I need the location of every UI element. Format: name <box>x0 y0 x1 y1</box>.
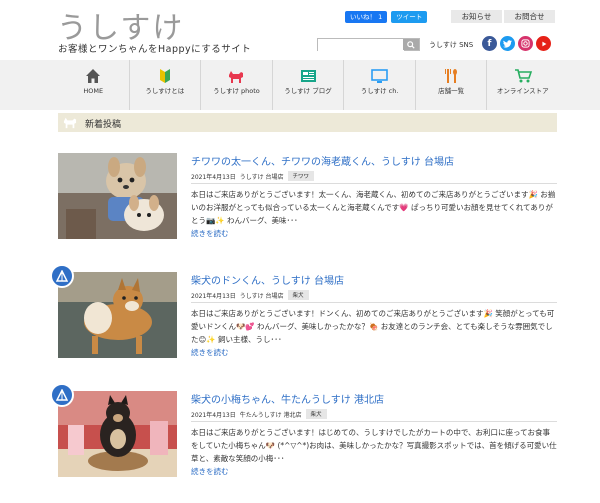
triangle-mark-icon <box>56 389 68 401</box>
cart-icon <box>514 69 532 83</box>
triangle-mark-icon <box>56 270 68 282</box>
post-excerpt: 本日はご来店ありがとうございます！太一くん、海老蔵くん、初めてのご来店ありがとう… <box>191 190 556 225</box>
dog-icon <box>63 117 77 129</box>
dog-icon <box>229 70 244 83</box>
header-links: お知らせ お問合せ <box>451 10 555 23</box>
leaf-mark-icon <box>159 69 170 83</box>
search-button[interactable] <box>403 39 419 50</box>
read-more-link[interactable]: 続きを読む <box>191 466 229 477</box>
book-icon <box>300 70 316 82</box>
info-button[interactable]: お知らせ <box>451 10 502 23</box>
divider <box>191 183 557 184</box>
social-share-buttons: いいね！ 1 ツイート <box>345 11 428 23</box>
tweet-button[interactable]: ツイート <box>391 11 428 23</box>
post-store[interactable]: うしすけ 台場店 <box>240 291 284 300</box>
cutlery-icon <box>445 69 458 83</box>
nav-item-channel[interactable]: うしすけ ch. <box>343 60 415 110</box>
section-header: 新着投稿 <box>58 113 557 132</box>
post-thumbnail[interactable] <box>58 391 177 477</box>
post-date: 2021年4月13日 <box>191 173 236 181</box>
nav-item-photo[interactable]: うしすけ photo <box>200 60 272 110</box>
divider <box>191 302 557 303</box>
post-meta: 2021年4月13日 うしすけ 台場店 チワワ <box>191 171 315 181</box>
contact-button[interactable]: お問合せ <box>504 10 555 23</box>
post-tag[interactable]: 柴犬 <box>305 409 327 419</box>
youtube-icon[interactable] <box>536 36 551 51</box>
nav-label: うしすけ photo <box>213 87 260 95</box>
read-more-link[interactable]: 続きを読む <box>191 347 229 358</box>
post-thumbnail[interactable] <box>58 272 177 358</box>
nav-item-blog[interactable]: うしすけ ブログ <box>271 60 344 110</box>
post-thumbnail[interactable] <box>58 153 177 239</box>
nav-label: うしすけ ブログ <box>284 87 332 95</box>
nav-item-home[interactable]: HOME <box>58 60 129 110</box>
divider <box>191 421 557 422</box>
post-item: 柴犬のドンくん、うしすけ 台場店 2021年4月13日 うしすけ 台場店 柴犬 … <box>50 264 557 362</box>
facebook-icon[interactable]: f <box>482 36 497 51</box>
read-more-link[interactable]: 続きを読む <box>191 228 229 239</box>
post-excerpt: 本日はご来店ありがとうございます！はじめての、うしすけでしたがカートの中で、お利… <box>191 428 557 463</box>
post-excerpt: 本日はご来店ありがとうございます！ドンくん、初めてのご来店ありがとうございます🎉… <box>191 309 555 344</box>
post-date: 2021年4月13日 <box>191 411 236 419</box>
post-store[interactable]: うしすけ 台場店 <box>240 172 284 181</box>
post-store[interactable]: 牛たんうしすけ 港北店 <box>240 410 302 419</box>
post-title[interactable]: 柴犬のドンくん、うしすけ 台場店 <box>191 272 344 287</box>
nav-item-store-online[interactable]: オンラインストア <box>486 60 558 110</box>
post-meta: 2021年4月13日 牛たんうしすけ 港北店 柴犬 <box>191 409 327 419</box>
nav-label: うしすけとは <box>145 87 185 95</box>
like-label: いいね！ 1 <box>350 13 383 21</box>
tweet-label: ツイート <box>396 13 423 21</box>
post-title[interactable]: チワワの太一くん、チワワの海老蔵くん、うしすけ 台場店 <box>191 153 454 168</box>
nav-label: HOME <box>83 87 104 95</box>
instagram-icon[interactable] <box>518 36 533 51</box>
post-title[interactable]: 柴犬の小梅ちゃん、牛たんうしすけ 港北店 <box>191 391 384 406</box>
main-navigation: HOME うしすけとは うしすけ photo うしすけ ブログ うしすけ ch.… <box>0 60 600 110</box>
nav-item-stores[interactable]: 店舗一覧 <box>414 60 487 110</box>
nav-item-about[interactable]: うしすけとは <box>128 60 201 110</box>
facebook-like-button[interactable]: いいね！ 1 <box>345 11 388 23</box>
badge <box>50 383 74 407</box>
site-tagline: お客様とワンちゃんをHappyにするサイト <box>58 44 252 55</box>
post-tag[interactable]: チワワ <box>287 171 315 181</box>
post-tag[interactable]: 柴犬 <box>287 290 309 300</box>
sns-icons: f <box>482 36 551 51</box>
post-item: 柴犬の小梅ちゃん、牛たんうしすけ 港北店 2021年4月13日 牛たんうしすけ … <box>50 383 557 481</box>
badge <box>50 264 74 288</box>
sns-label: うしすけ SNS <box>429 41 474 49</box>
nav-label: 店舗一覧 <box>438 87 465 95</box>
search-input[interactable] <box>318 46 404 58</box>
search-icon <box>407 40 415 49</box>
section-title: 新着投稿 <box>85 120 122 130</box>
twitter-icon[interactable] <box>500 36 515 51</box>
search-box <box>317 38 420 58</box>
nav-label: うしすけ ch. <box>360 87 399 95</box>
house-icon <box>86 69 101 83</box>
post-date: 2021年4月13日 <box>191 292 236 300</box>
monitor-icon <box>371 68 388 83</box>
post-item: チワワの太一くん、チワワの海老蔵くん、うしすけ 台場店 2021年4月13日 う… <box>58 153 557 243</box>
nav-label: オンラインストア <box>496 87 549 95</box>
post-meta: 2021年4月13日 うしすけ 台場店 柴犬 <box>191 290 309 300</box>
